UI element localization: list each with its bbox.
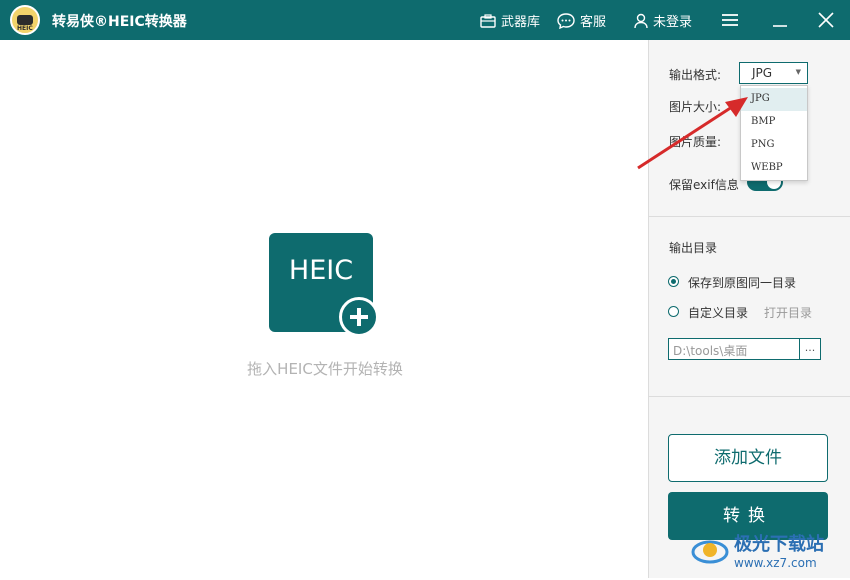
format-select-value: JPG [752, 66, 773, 80]
toolbox-icon [480, 13, 496, 28]
output-path-value: D:\tools\桌面 [673, 344, 748, 358]
output-path-field[interactable]: D:\tools\桌面 [668, 338, 800, 360]
open-dir-link[interactable]: 打开目录 [764, 304, 812, 321]
drop-hint: 拖入HEIC文件开始转换 [247, 360, 403, 378]
format-select[interactable]: JPG ▼ [739, 62, 808, 84]
custom-dir-label: 自定义目录 [688, 306, 749, 320]
divider [648, 216, 850, 217]
weapons-link[interactable]: 武器库 [480, 11, 540, 30]
exif-label: 保留exif信息 [669, 178, 739, 192]
login-label: 未登录 [653, 15, 693, 30]
close-button[interactable] [812, 6, 840, 34]
login-link[interactable]: 未登录 [634, 11, 692, 30]
add-plus-icon[interactable] [339, 297, 379, 337]
format-label: 输出格式: [669, 68, 722, 82]
title-bar: HEIC 转易侠®HEIC转换器 武器库 客服 未登录 [0, 0, 850, 40]
radio-custom-dir[interactable] [668, 306, 679, 317]
annotation-arrow-icon [637, 97, 748, 170]
menu-button[interactable] [716, 6, 744, 34]
hamburger-icon [722, 14, 738, 26]
same-dir-label: 保存到原图同一目录 [688, 276, 797, 290]
heic-card-label: HEIC [288, 255, 354, 286]
close-icon [818, 12, 834, 28]
service-label: 客服 [580, 15, 607, 30]
minimize-button[interactable] [766, 6, 794, 34]
chat-icon [557, 12, 575, 29]
minimize-icon [773, 25, 787, 27]
service-link[interactable]: 客服 [557, 11, 606, 30]
app-logo: HEIC [10, 5, 40, 35]
watermark-url: www.xz7.com [734, 556, 817, 570]
radio-same-dir[interactable] [668, 276, 679, 287]
watermark-logo-icon [691, 540, 729, 564]
app-window: HEIC 转易侠®HEIC转换器 武器库 客服 未登录 HEIC 拖入HEIC文… [0, 0, 850, 580]
output-dir-label: 输出目录 [669, 241, 718, 255]
app-title: 转易侠®HEIC转换器 [52, 14, 187, 30]
weapons-label: 武器库 [501, 15, 541, 30]
divider [648, 396, 850, 397]
watermark-name: 极光下载站 [734, 534, 824, 555]
watermark: 极光下载站 www.xz7.com [690, 530, 824, 570]
chevron-down-icon: ▼ [795, 68, 801, 76]
add-files-button[interactable]: 添加文件 [668, 434, 828, 482]
user-icon [634, 13, 648, 28]
browse-button[interactable]: ... [799, 338, 821, 360]
